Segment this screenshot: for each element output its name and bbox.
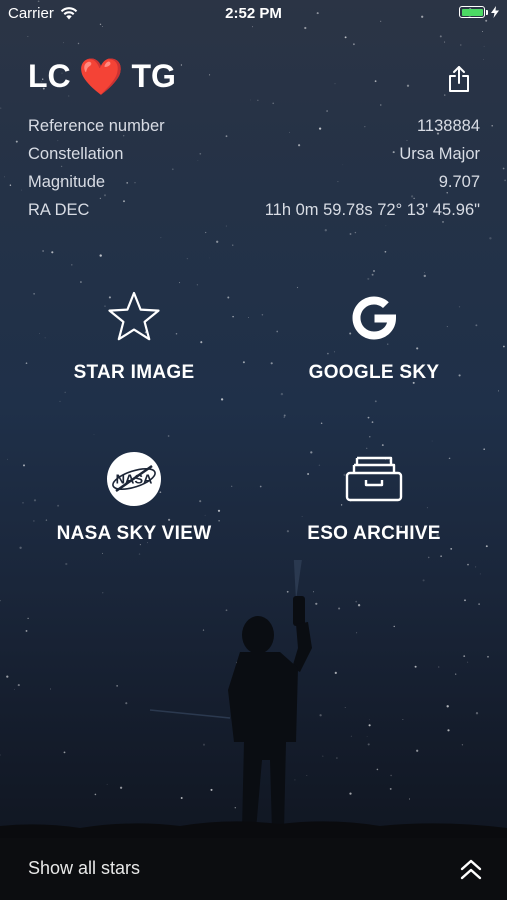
share-button[interactable] <box>446 64 472 96</box>
title-initials-left: LC <box>28 58 71 94</box>
info-value: 1138884 <box>416 117 480 135</box>
share-icon <box>449 66 469 92</box>
page-title: LC ❤️ TG <box>28 58 176 95</box>
status-time: 2:52 PM <box>225 5 282 22</box>
star-image-label: STAR IMAGE <box>73 362 195 383</box>
info-label: RA DEC <box>28 201 90 219</box>
google-sky-button[interactable]: GOOGLE SKY <box>264 288 484 384</box>
google-icon <box>344 288 404 348</box>
info-value: Ursa Major <box>399 145 480 163</box>
nasa-sky-view-button[interactable]: NASA NASA SKY VIEW <box>24 449 244 545</box>
nasa-icon: NASA <box>104 449 164 509</box>
star-image-button[interactable]: STAR IMAGE <box>24 288 244 384</box>
info-value: 11h 0m 59.78s 72° 13' 45.96" <box>264 201 480 219</box>
info-row-magnitude: Magnitude 9.707 <box>28 168 480 196</box>
show-all-stars-bar[interactable]: Show all stars <box>0 838 507 900</box>
google-sky-label: GOOGLE SKY <box>308 362 440 383</box>
info-label: Magnitude <box>28 173 106 191</box>
info-label: Constellation <box>28 145 124 163</box>
eso-archive-label: ESO ARCHIVE <box>307 523 441 544</box>
archive-tray-icon <box>344 449 404 509</box>
info-row-ra-dec: RA DEC 11h 0m 59.78s 72° 13' 45.96" <box>28 196 480 224</box>
info-row-reference: Reference number 1138884 <box>28 112 480 140</box>
eso-archive-button[interactable]: ESO ARCHIVE <box>264 449 484 545</box>
charging-bolt-icon <box>491 6 499 18</box>
heart-icon: ❤️ <box>78 55 124 97</box>
info-row-constellation: Constellation Ursa Major <box>28 140 480 168</box>
app-screen: Carrier 2:52 PM LC ❤️ TG Reference numbe… <box>0 0 507 900</box>
show-all-stars-label: Show all stars <box>28 858 141 878</box>
double-chevron-up-icon <box>460 859 482 880</box>
status-bar: Carrier 2:52 PM <box>0 0 507 28</box>
battery-indicator <box>459 6 499 18</box>
nasa-sky-view-label: NASA SKY VIEW <box>56 523 212 544</box>
star-info-list: Reference number 1138884 Constellation U… <box>28 112 480 224</box>
star-icon <box>104 288 164 348</box>
title-initials-right: TG <box>131 58 176 94</box>
battery-icon <box>459 6 485 18</box>
nasa-logo-text: NASA <box>116 472 153 487</box>
person-silhouette-image <box>0 560 507 838</box>
info-value: 9.707 <box>438 173 480 191</box>
info-label: Reference number <box>28 117 165 135</box>
